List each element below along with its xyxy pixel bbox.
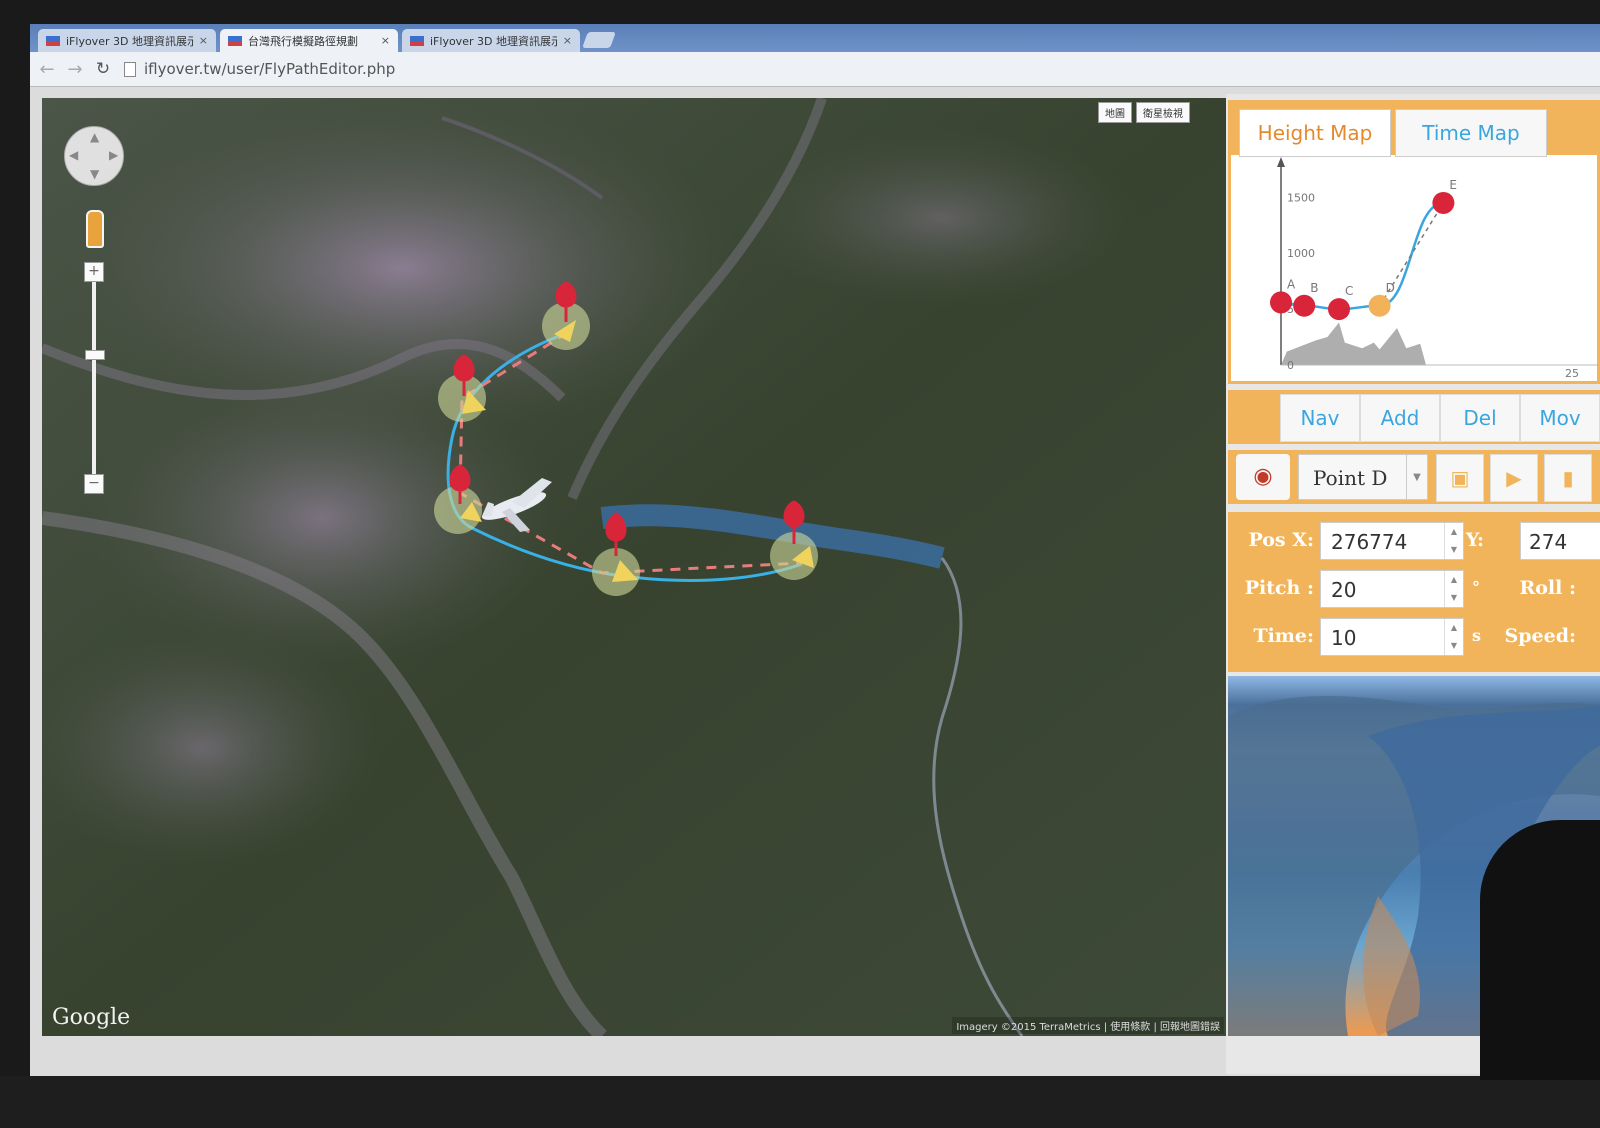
height-chart-card: Height Map Time Map 05001000150025ABCDE: [1228, 100, 1600, 384]
chart-tab-bar: Height Map Time Map: [1231, 103, 1597, 157]
pos-x-label: Pos X:: [1248, 529, 1314, 551]
browser-tab-3[interactable]: iFlyover 3D 地理資訊展示 ×: [402, 29, 580, 52]
stepper-icon[interactable]: ▲ ▼: [1444, 619, 1463, 655]
favicon-icon: [46, 35, 60, 46]
pitch-value: 20: [1331, 578, 1357, 602]
time-label: Time:: [1253, 625, 1314, 647]
waypoint-label: E: [1449, 178, 1457, 192]
height-map-chart[interactable]: 05001000150025ABCDE: [1231, 155, 1597, 381]
pitch-row: Pitch : 20 ▲ ▼ ° Roll :: [1228, 566, 1600, 610]
google-logo: Google: [52, 1005, 131, 1030]
pitch-unit: °: [1472, 578, 1480, 597]
speed-label: Speed:: [1504, 625, 1576, 647]
chevron-right-icon[interactable]: ▶: [109, 148, 118, 162]
y-tick-label: 0: [1287, 359, 1294, 372]
waypoint-label: A: [1287, 277, 1296, 291]
point-select-value: Point D: [1313, 466, 1388, 490]
map-attribution[interactable]: Imagery ©2015 TerraMetrics | 使用條款 | 回報地圖…: [952, 1017, 1224, 1034]
y-tick-label: 1000: [1287, 247, 1315, 260]
audience-silhouette: [1480, 820, 1600, 1080]
zoom-in-button[interactable]: +: [84, 262, 104, 282]
pos-row: Pos X: 276774 ▲ ▼ Y: 274: [1228, 518, 1600, 562]
terrain-profile: [1281, 322, 1426, 365]
point-select[interactable]: Point D ▼: [1298, 454, 1428, 500]
pegman-icon[interactable]: [86, 210, 104, 248]
favicon-icon: [410, 35, 424, 46]
stop-icon[interactable]: ▮: [1544, 454, 1592, 502]
zoom-out-button[interactable]: −: [84, 474, 104, 494]
delete-button[interactable]: Del: [1440, 394, 1520, 442]
close-icon[interactable]: ×: [563, 34, 572, 47]
y-axis-arrow: [1277, 157, 1285, 167]
waypoint-marker-d: [1368, 294, 1391, 317]
url-text: iflyover.tw/user/FlyPathEditor.php: [144, 60, 396, 78]
tab-title: iFlyover 3D 地理資訊展示: [430, 34, 557, 48]
map-type-control: 地圖 衛星檢視: [1098, 102, 1190, 123]
tab-strip: iFlyover 3D 地理資訊展示 × 台灣飛行模擬路徑規劃 × iFlyov…: [30, 24, 1600, 52]
waypoint-marker-b: [1293, 294, 1316, 317]
browser-tab-1[interactable]: iFlyover 3D 地理資訊展示 ×: [38, 29, 216, 52]
pan-control[interactable]: ▲ ▼ ◀ ▶: [64, 126, 124, 186]
page-icon: [124, 61, 136, 77]
back-icon[interactable]: ←: [36, 59, 58, 80]
tab-title: iFlyover 3D 地理資訊展示: [66, 34, 193, 48]
edit-mode-toolbar: Nav Add Del Mov: [1228, 390, 1600, 444]
time-unit: s: [1472, 626, 1482, 645]
y-value: 274: [1529, 530, 1568, 554]
zoom-slider[interactable]: [92, 268, 96, 488]
satellite-map[interactable]: 地圖 衛星檢視 ▲ ▼ ◀ ▶ + − Google Imagery ©2015…: [42, 98, 1228, 1036]
time-row: Time: 10 ▲ ▼ s Speed:: [1228, 614, 1600, 658]
waypoint-label: C: [1345, 284, 1353, 298]
chevron-left-icon[interactable]: ◀: [69, 148, 78, 162]
new-tab-button[interactable]: [582, 32, 616, 48]
browser-window: iFlyover 3D 地理資訊展示 × 台灣飛行模擬路徑規劃 × iFlyov…: [30, 24, 1600, 1076]
screen-bezel: [0, 1076, 1600, 1128]
tab-height-map[interactable]: Height Map: [1239, 109, 1391, 157]
forward-icon[interactable]: →: [64, 59, 86, 80]
nav-button[interactable]: Nav: [1280, 394, 1360, 442]
chevron-up-icon[interactable]: ▲: [90, 130, 99, 144]
address-toolbar: ← → ↻ iflyover.tw/user/FlyPathEditor.php: [30, 52, 1600, 87]
document-icon[interactable]: ▣: [1436, 454, 1484, 502]
tab-time-map[interactable]: Time Map: [1395, 109, 1547, 157]
browser-tab-2[interactable]: 台灣飛行模擬路徑規劃 ×: [220, 29, 398, 52]
stepper-icon[interactable]: ▲ ▼: [1444, 571, 1463, 607]
waypoint-marker-c: [1328, 298, 1350, 321]
y-input[interactable]: 274: [1520, 522, 1600, 560]
y-tick-label: 1500: [1287, 191, 1315, 204]
pitch-input[interactable]: 20 ▲ ▼: [1320, 570, 1464, 608]
address-bar[interactable]: iflyover.tw/user/FlyPathEditor.php: [124, 60, 395, 78]
map-canvas[interactable]: [42, 98, 1228, 1036]
close-icon[interactable]: ×: [381, 34, 390, 47]
move-button[interactable]: Mov: [1520, 394, 1600, 442]
waypoint-label: B: [1310, 281, 1318, 295]
x-tick-label: 25: [1565, 367, 1579, 380]
point-toolbar: ◉ Point D ▼ ▣ ▶ ▮: [1228, 450, 1600, 504]
map-type-map[interactable]: 地圖: [1098, 102, 1132, 123]
roll-label: Roll :: [1519, 577, 1576, 599]
pos-x-value: 276774: [1331, 530, 1408, 554]
add-button[interactable]: Add: [1360, 394, 1440, 442]
zoom-thumb[interactable]: [85, 350, 105, 360]
time-input[interactable]: 10 ▲ ▼: [1320, 618, 1464, 656]
pitch-label: Pitch :: [1244, 577, 1314, 599]
tab-title: 台灣飛行模擬路徑規劃: [248, 34, 358, 48]
map-type-satellite[interactable]: 衛星檢視: [1136, 102, 1190, 123]
y-label: Y:: [1465, 529, 1484, 551]
waypoint-label: D: [1386, 281, 1395, 295]
play-icon[interactable]: ▶: [1490, 454, 1538, 502]
point-properties: Pos X: 276774 ▲ ▼ Y: 274 Pitch : 20 ▲ ▼ ° …: [1228, 512, 1600, 672]
chevron-down-icon[interactable]: ▼: [90, 167, 99, 181]
eye-icon[interactable]: ◉: [1236, 454, 1290, 500]
reload-icon[interactable]: ↻: [92, 59, 114, 79]
favicon-icon: [228, 35, 242, 46]
waypoint-marker-a: [1270, 291, 1292, 314]
waypoint-marker-e: [1432, 191, 1455, 214]
time-value: 10: [1331, 626, 1357, 650]
close-icon[interactable]: ×: [199, 34, 208, 47]
chevron-down-icon: ▼: [1406, 455, 1427, 499]
